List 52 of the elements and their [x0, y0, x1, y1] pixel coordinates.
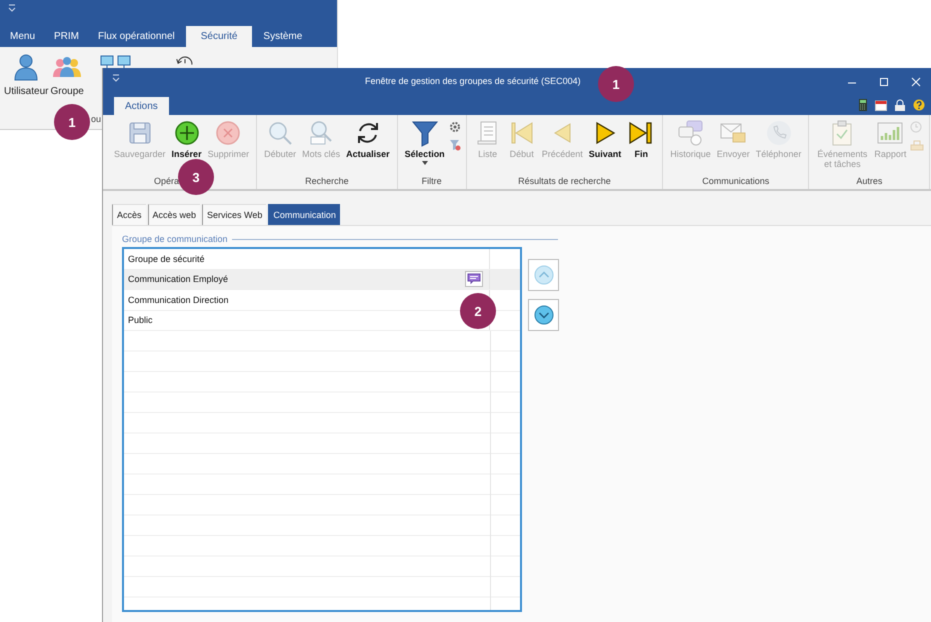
- tab[interactable]: Services Web: [202, 204, 266, 225]
- quick-access-icon[interactable]: [8, 4, 16, 12]
- ribbon-tab[interactable]: Menu: [2, 26, 44, 47]
- group-label: Communications: [702, 176, 770, 188]
- chevron-up-icon: [534, 265, 554, 285]
- ribbon-button[interactable]: Insérer: [170, 119, 204, 159]
- user-icon: [13, 53, 40, 81]
- lock-icon[interactable]: [894, 99, 906, 111]
- ribbon-tab[interactable]: Actions: [114, 97, 169, 115]
- tab[interactable]: Communication: [268, 204, 340, 225]
- group-label: Autres: [856, 176, 882, 188]
- group-title: Groupe de communication: [122, 234, 228, 244]
- delete-icon: [214, 119, 242, 147]
- filter-clear-icon[interactable]: [448, 139, 461, 151]
- group-label: Opéra: [154, 176, 180, 188]
- add-icon: [172, 119, 201, 147]
- ribbon-button[interactable]: Fin: [625, 119, 658, 159]
- ribbon-button[interactable]: Suivant: [586, 119, 624, 159]
- window-title: Fenêtre de gestion des groupes de sécurité (SEC004): [365, 76, 581, 86]
- tab[interactable]: Accès web: [148, 204, 200, 225]
- ribbon-button[interactable]: Actualiser: [344, 119, 392, 159]
- move-down-button[interactable]: [528, 299, 559, 331]
- chat-icon: [676, 119, 704, 147]
- phone-icon: [764, 119, 793, 147]
- group-label: Résultats de recherche: [518, 176, 611, 188]
- ribbon-button[interactable]: Sélection: [402, 119, 447, 165]
- group-label: Recherche: [305, 176, 349, 188]
- chevron-down-icon: [534, 305, 554, 325]
- help-icon[interactable]: [913, 99, 925, 111]
- tab[interactable]: Accès: [112, 204, 146, 225]
- quick-access-icon[interactable]: [112, 74, 120, 82]
- calculator-icon[interactable]: [858, 99, 868, 111]
- calendar-icon[interactable]: [875, 99, 887, 111]
- ribbon-tab[interactable]: Sécurité: [186, 26, 252, 47]
- monitors-icon[interactable]: [100, 55, 132, 69]
- maximize-icon[interactable]: [879, 76, 889, 86]
- comment-icon[interactable]: [465, 271, 483, 288]
- ribbon-tab[interactable]: Système: [255, 26, 310, 47]
- group-label: Filtre: [422, 176, 442, 188]
- list-item[interactable]: Groupe de sécurité: [128, 254, 205, 264]
- list-item[interactable]: Communication Direction: [128, 294, 229, 305]
- ribbon-tab[interactable]: Flux opérationnel: [90, 26, 183, 47]
- list-item[interactable]: Communication Employé: [128, 274, 228, 284]
- settings-icon[interactable]: [448, 121, 461, 133]
- ribbon-button[interactable]: Groupe: [50, 53, 84, 97]
- caret-icon: [422, 161, 428, 165]
- ribbon-tab[interactable]: PRIM: [46, 26, 88, 47]
- funnel-icon: [410, 119, 439, 147]
- close-icon[interactable]: [911, 76, 921, 86]
- group-label: ou: [91, 114, 102, 124]
- ribbon-button[interactable]: Utilisateur: [4, 53, 48, 97]
- list-item[interactable]: Public: [128, 315, 153, 326]
